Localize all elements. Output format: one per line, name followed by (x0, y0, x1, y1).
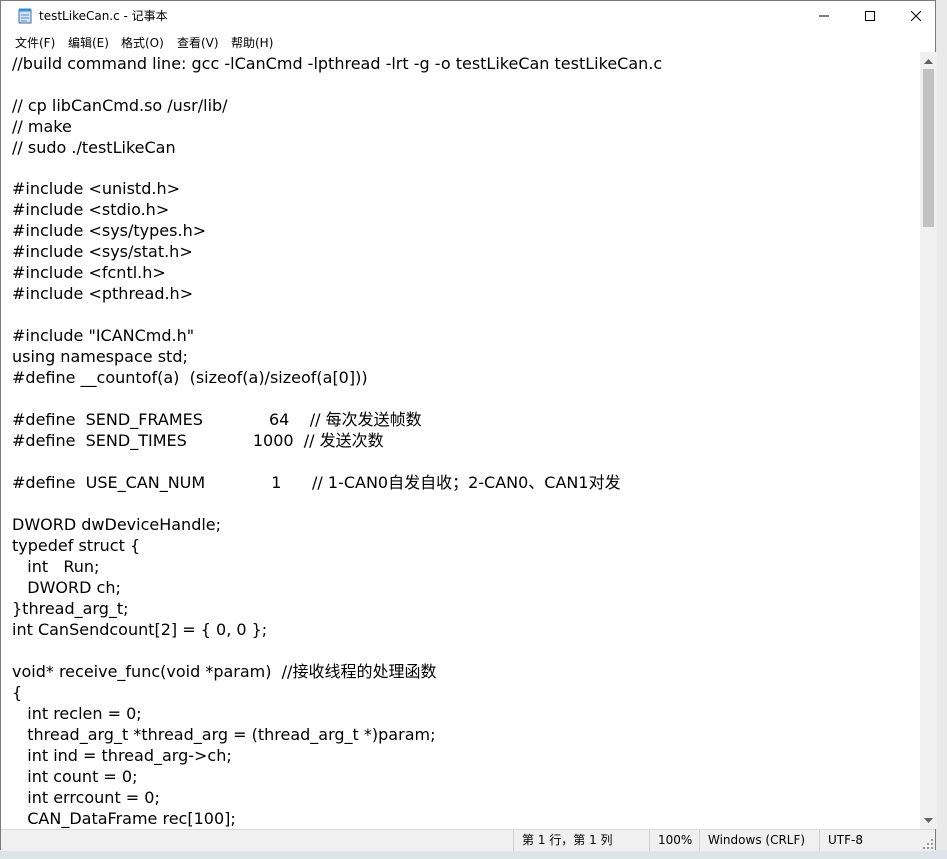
maximize-button[interactable] (847, 1, 893, 31)
menu-help[interactable]: 帮助(H) (231, 34, 273, 51)
notepad-window: testLikeCan.c - 记事本 文件(F) 编辑(E) 格式(O) 查看… (0, 0, 937, 851)
notepad-icon (18, 8, 32, 24)
code-line: void* receive_func(void *param) //接收线程的处… (12, 662, 437, 681)
code-line: #define USE_CAN_NUM 1 // 1-CAN0自发自收；2-CA… (12, 473, 621, 492)
code-line: DWORD ch; (12, 578, 121, 597)
code-line: int CanSendcount[2] = { 0, 0 }; (12, 620, 268, 639)
status-bar: 第 1 行，第 1 列 100% Windows (CRLF) UTF-8 (1, 829, 935, 851)
code-line: #include <fcntl.h> (12, 263, 166, 282)
code-line: #include <unistd.h> (12, 179, 180, 198)
zoom-level: 100% (649, 830, 699, 851)
code-line: int errcount = 0; (12, 788, 160, 807)
code-line: #define SEND_FRAMES 64 // 每次发送帧数 (12, 410, 422, 429)
arrow-up-icon (924, 58, 933, 64)
code-line: #include <pthread.h> (12, 284, 194, 303)
scroll-down-button[interactable] (920, 812, 937, 829)
close-button[interactable] (893, 1, 939, 31)
maximize-icon (865, 11, 875, 21)
code-line: #include "ICANCmd.h" (12, 326, 195, 345)
code-line: thread_arg_t *thread_arg = (thread_arg_t… (12, 725, 436, 744)
menu-bar: 文件(F) 编辑(E) 格式(O) 查看(V) 帮助(H) (1, 31, 935, 52)
encoding: UTF-8 (819, 830, 919, 851)
code-line: using namespace std; (12, 347, 188, 366)
code-line: DWORD dwDeviceHandle; (12, 515, 222, 534)
code-line: // make (12, 117, 72, 136)
code-line: int count = 0; (12, 767, 138, 786)
scroll-thumb[interactable] (923, 69, 934, 227)
code-line: // sudo ./testLikeCan (12, 138, 176, 157)
resize-grip-icon[interactable] (923, 839, 933, 849)
code-line: typedef struct { (12, 536, 141, 555)
taskbar-strip (0, 850, 947, 859)
code-line: #include <sys/types.h> (12, 221, 207, 240)
text-editor[interactable]: //build command line: gcc -lCanCmd -lpth… (1, 52, 920, 829)
menu-format[interactable]: 格式(O) (121, 34, 164, 51)
code-line: int ind = thread_arg->ch; (12, 746, 232, 765)
code-line: { (12, 683, 23, 702)
code-line: #include <sys/stat.h> (12, 242, 193, 261)
menu-file[interactable]: 文件(F) (15, 34, 55, 51)
line-ending: Windows (CRLF) (699, 830, 819, 851)
menu-edit[interactable]: 编辑(E) (68, 34, 109, 51)
window-title: testLikeCan.c - 记事本 (39, 9, 168, 23)
minimize-button[interactable] (801, 1, 847, 31)
arrow-down-icon (924, 817, 933, 823)
scroll-up-button[interactable] (920, 52, 937, 69)
menu-view[interactable]: 查看(V) (177, 34, 219, 51)
code-line: int reclen = 0; (12, 704, 142, 723)
code-line: #include <stdio.h> (12, 200, 170, 219)
code-line: int Run; (12, 557, 100, 576)
code-line: #define __countof(a) (sizeof(a)/sizeof(a… (12, 368, 368, 387)
vertical-scrollbar[interactable] (920, 52, 937, 829)
code-line: // cp libCanCmd.so /usr/lib/ (12, 96, 228, 115)
code-line: }thread_arg_t; (12, 599, 129, 618)
minimize-icon (819, 15, 829, 17)
code-line: CAN_DataFrame rec[100]; (12, 809, 236, 828)
cursor-position: 第 1 行，第 1 列 (513, 830, 649, 851)
code-line: //build command line: gcc -lCanCmd -lpth… (12, 54, 663, 73)
code-line: #define SEND_TIMES 1000 // 发送次数 (12, 431, 384, 450)
close-icon (911, 11, 921, 21)
desktop-background-right (936, 0, 947, 859)
title-bar[interactable]: testLikeCan.c - 记事本 (1, 1, 935, 31)
